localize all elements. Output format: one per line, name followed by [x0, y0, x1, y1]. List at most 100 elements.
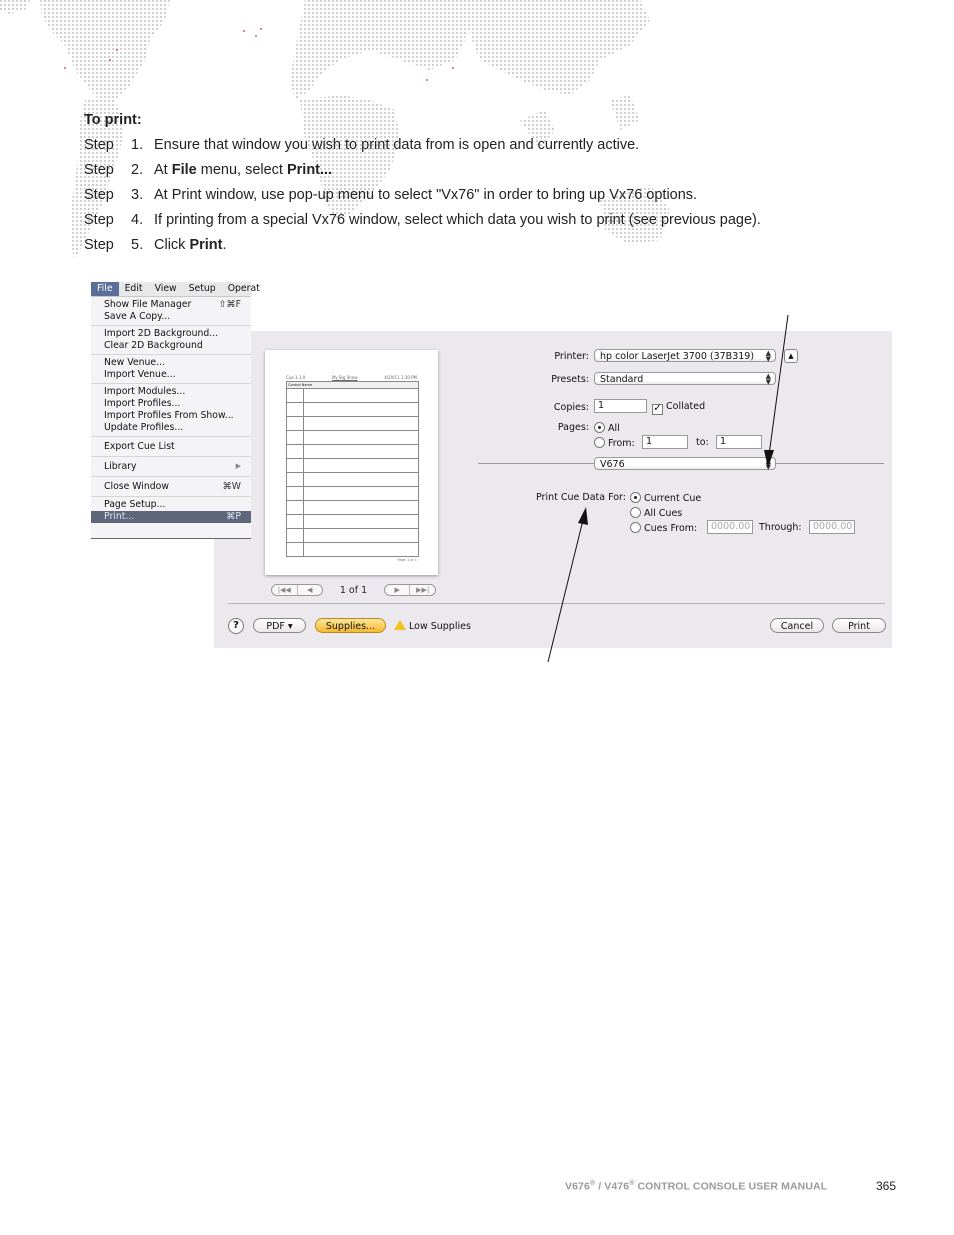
first-page-button[interactable]: |◀◀ [272, 585, 297, 595]
menu-file[interactable]: File [91, 282, 119, 296]
last-page-button[interactable]: ▶▶| [409, 585, 435, 595]
all-cues-radio[interactable]: All Cues [630, 507, 682, 519]
step-4: Step 4. If printing from a special Vx76 … [84, 208, 761, 233]
preview-footer: Page 1 of 1 [397, 558, 417, 562]
menu-item-new-venue[interactable]: New Venue... [91, 357, 251, 369]
step-label: Step [84, 237, 114, 253]
next-page-button[interactable]: ▶ [385, 585, 410, 595]
step-number: 4. [131, 212, 144, 228]
step-text: At File menu, select Print... [154, 162, 333, 178]
step-label: Step [84, 162, 114, 178]
checkmark-icon: ✓ [652, 403, 663, 415]
preview-header-left: Cue 1.1.0 [286, 375, 306, 380]
step-text: At Print window, use pop-up menu to sele… [154, 187, 698, 203]
menu-item-page-setup[interactable]: Page Setup... [91, 499, 251, 511]
cues-from-input[interactable]: 0000.00 [707, 520, 753, 534]
through-input[interactable]: 0000.00 [809, 520, 855, 534]
menu-item-update-profiles[interactable]: Update Profiles... [91, 422, 251, 434]
menu-item-print[interactable]: Print... ⌘P [91, 511, 251, 523]
step-number: 2. [131, 162, 144, 178]
print-dialog: Cue 1.1.0 My Big Show 4/20/11 1:30 PM Co… [214, 331, 892, 648]
step-label: Step [84, 212, 114, 228]
instructions-heading: To print: [84, 112, 142, 128]
presets-label: Presets: [551, 374, 589, 385]
through-label: Through: [759, 522, 802, 533]
step-5: Step 5. Click Print. [84, 233, 761, 258]
print-cue-data-label: Print Cue Data For: [536, 492, 626, 503]
menu-view[interactable]: View [149, 282, 183, 296]
menu-group: Library ▶ [91, 457, 251, 477]
step-2: Step 2. At File menu, select Print... [84, 158, 761, 183]
supplies-button[interactable]: Supplies... [315, 618, 386, 633]
menu-item-import-profiles[interactable]: Import Profiles... [91, 398, 251, 410]
page-count: 1 of 1 [339, 584, 368, 596]
previous-page-button[interactable]: ◀ [296, 585, 323, 595]
page-number: 365 [876, 1179, 897, 1193]
updown-arrows-icon: ▲ ▼ [765, 349, 771, 363]
help-button[interactable]: ? [228, 618, 244, 634]
menu-item-library[interactable]: Library ▶ [91, 459, 251, 474]
preview-forward-buttons: ▶ ▶▶| [383, 584, 436, 596]
menu-item-import-profiles-from-show[interactable]: Import Profiles From Show... [91, 410, 251, 422]
copies-input[interactable]: 1 [594, 399, 647, 413]
step-number: 5. [131, 237, 144, 253]
menu-operate[interactable]: Operat [222, 282, 266, 296]
pages-to-input[interactable]: 1 [716, 435, 762, 449]
step-text: If printing from a special Vx76 window, … [154, 212, 761, 228]
preview-header-right: 4/20/11 1:30 PM [384, 375, 417, 380]
cues-from-radio[interactable]: Cues From: [630, 522, 697, 534]
menu-group: Export Cue List [91, 437, 251, 457]
menu-item-export-cue-list[interactable]: Export Cue List [91, 439, 251, 454]
footer-divider [228, 603, 885, 604]
menu-item-clear-2d-background[interactable]: Clear 2D Background [91, 340, 251, 352]
menu-item-import-modules[interactable]: Import Modules... [91, 386, 251, 398]
pages-label: Pages: [557, 422, 589, 433]
pages-all-radio[interactable]: All [594, 422, 620, 434]
print-preview-page: Cue 1.1.0 My Big Show 4/20/11 1:30 PM Co… [265, 350, 438, 575]
preview-back-buttons: |◀◀ ◀ [271, 584, 323, 596]
presets-select[interactable]: Standard ▲ ▼ [594, 372, 776, 386]
printer-label: Printer: [554, 351, 589, 362]
cancel-button[interactable]: Cancel [770, 618, 824, 633]
print-options-panel-select[interactable]: V676 ▲ ▼ [594, 457, 776, 471]
step-number: 3. [131, 187, 144, 203]
step-text: Click Print. [154, 237, 227, 253]
menu-item-save-a-copy[interactable]: Save A Copy... [91, 311, 251, 323]
collapse-dialog-button[interactable]: ▲ [784, 349, 798, 363]
submenu-arrow-icon: ▶ [235, 462, 241, 470]
divider [478, 463, 594, 464]
step-label: Step [84, 137, 114, 153]
step-1: Step 1. Ensure that window you wish to p… [84, 133, 761, 158]
file-menu: File Edit View Setup Operat Show File Ma… [91, 282, 260, 539]
printer-select[interactable]: hp color LaserJet 3700 (37B319) ▲ ▼ [594, 349, 776, 363]
manual-footer-title: V676® / V476® CONTROL CONSOLE USER MANUA… [565, 1180, 828, 1193]
step-number: 1. [131, 137, 144, 153]
menu-group: New Venue... Import Venue... [91, 355, 251, 384]
menu-item-show-file-manager[interactable]: Show File Manager ⇧⌘F [91, 299, 251, 311]
menu-item-import-2d-background[interactable]: Import 2D Background... [91, 328, 251, 340]
menu-group: Import 2D Background... Clear 2D Backgro… [91, 326, 251, 355]
copies-label: Copies: [553, 402, 589, 413]
divider [776, 463, 884, 464]
updown-arrows-icon: ▲ ▼ [765, 372, 771, 386]
step-text: Ensure that window you wish to print dat… [154, 137, 640, 153]
menu-group: Close Window ⌘W [91, 477, 251, 497]
menu-edit[interactable]: Edit [119, 282, 149, 296]
preview-pager: |◀◀ ◀ 1 of 1 ▶ ▶▶| [271, 584, 436, 596]
pdf-button[interactable]: PDF ▾ [253, 618, 306, 633]
menu-setup[interactable]: Setup [183, 282, 222, 296]
menu-item-import-venue[interactable]: Import Venue... [91, 369, 251, 381]
pages-to-label: to: [696, 437, 709, 448]
current-cue-radio[interactable]: Current Cue [630, 492, 701, 504]
pages-from-radio[interactable]: From: [594, 437, 635, 449]
print-button[interactable]: Print [832, 618, 886, 633]
menu-group: Page Setup... Print... ⌘P [91, 497, 251, 523]
low-supplies-status: Low Supplies [394, 620, 471, 632]
menu-group: Show File Manager ⇧⌘F Save A Copy... [91, 297, 251, 326]
preview-header-center: My Big Show [331, 375, 358, 380]
collated-checkbox[interactable]: ✓ Collated [652, 401, 705, 415]
pages-from-input[interactable]: 1 [642, 435, 688, 449]
updown-arrows-icon: ▲ ▼ [765, 457, 771, 471]
instructions: To print: Step 1. Ensure that window you… [84, 108, 761, 258]
menu-item-close-window[interactable]: Close Window ⌘W [91, 479, 251, 494]
